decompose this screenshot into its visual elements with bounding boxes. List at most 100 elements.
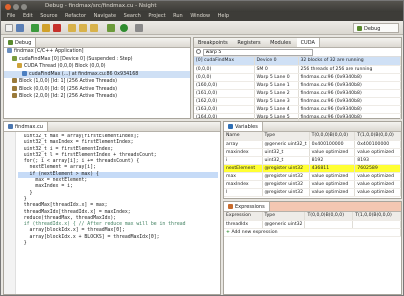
cuda-cell: (0,0,0)	[194, 65, 255, 74]
var-name: nextElement	[224, 164, 263, 173]
tab-variables-label: Variables	[235, 124, 258, 130]
table-row[interactable]: i uint32_t 8192 8193	[224, 156, 401, 165]
column-header[interactable]: T(1,0,0)B(0,0,0)	[352, 212, 401, 221]
table-row[interactable]: max @register uint32 value optimized value …	[224, 172, 401, 181]
tab-cuda[interactable]: CUDA	[296, 38, 320, 47]
column-header[interactable]: Name	[224, 132, 263, 141]
column-header[interactable]: Type	[262, 212, 306, 221]
cuda-cell: Warp 5 Lane 3	[254, 97, 299, 106]
table-row[interactable]: (161,0,0) Warp 5 Lane 2 findmax.cu:96 (0x9…	[194, 89, 401, 98]
tab-modules[interactable]: Modules	[266, 38, 295, 47]
table-row[interactable]: (0,0,0) Warp 5 Lane 0 findmax.cu:96 (0x934…	[194, 73, 401, 82]
resume-icon[interactable]	[31, 24, 39, 32]
save-icon[interactable]	[16, 24, 24, 32]
table-row[interactable]: (162,0,0) Warp 5 Lane 3 findmax.cu:96 (0x9…	[194, 97, 401, 106]
cuda-filter-input[interactable]	[202, 49, 313, 56]
var-name: max	[224, 172, 263, 181]
cuda-cell: Warp 5 Lane 0	[254, 73, 299, 82]
var-name: l	[224, 188, 263, 197]
tab-registers[interactable]: Registers	[233, 38, 264, 47]
column-header[interactable]: T(1,0,0)B(0,0,0)	[354, 132, 401, 141]
menu-project[interactable]: Project	[148, 13, 165, 19]
debug-tree-row[interactable]: Block (2,0,0) [Id: 2] (256 Active Thread…	[4, 93, 190, 101]
debug-tree-row[interactable]: findmax [C/C++ Application]	[4, 48, 190, 56]
step-over-icon[interactable]	[79, 24, 87, 32]
cuda-cell: Warp 5 Lane 4	[254, 105, 299, 114]
cuda-view: Breakpoints Registers Modules CUDA [0] c…	[193, 37, 402, 122]
suspend-icon[interactable]	[42, 24, 50, 32]
cuda-cell: Warp 5 Lane 5	[254, 113, 299, 122]
close-window-button[interactable]	[5, 4, 11, 10]
var-type: @register uint32	[262, 164, 310, 173]
table-row[interactable]: (164,0,0) Warp 5 Lane 5 findmax.cu:96 (0x9…	[194, 113, 401, 122]
nsight-window: Debug - findmax/src/findmax.cu - Nsight …	[0, 0, 404, 296]
menu-run[interactable]: Run	[173, 13, 183, 19]
table-row-highlighted[interactable]: nextElement @register uint32 436811 7602589	[224, 164, 401, 173]
menu-search[interactable]: Search	[124, 13, 141, 19]
debug-tree-label: CUDA Thread (0,0,0) Block (0,0,0)	[24, 64, 106, 69]
cuda-cell: (164,0,0)	[194, 113, 255, 122]
step-into-icon[interactable]	[68, 24, 76, 32]
debug-tree-label: Block (2,0,0) [Id: 2] (256 Active Thread…	[19, 94, 117, 99]
debug-tree-label: findmax [C/C++ Application]	[14, 49, 84, 54]
var-type: uint32_t	[262, 156, 310, 165]
debug-tree-row-selected[interactable]: cudaFindMax (...) at findmax.cu:86 0x934…	[4, 70, 190, 78]
cuda-cell: findmax.cu:96 (0x9340b8)	[298, 73, 401, 82]
code-area[interactable]: uint32_t max = array[firstElementIndex];…	[18, 134, 218, 292]
debug-tree-row[interactable]: Block (1,0,0) [Id: 1] (256 Active Thread…	[4, 78, 190, 86]
perspective-debug[interactable]: Debug	[353, 23, 399, 33]
tab-breakpoints[interactable]: Breakpoints	[194, 38, 232, 47]
run-icon[interactable]	[120, 24, 128, 32]
table-row[interactable]: maxindex uint32_t value optimized value opt…	[224, 148, 401, 157]
table-row[interactable]: (160,0,0) Warp 5 Lane 1 findmax.cu:96 (0x9…	[194, 81, 401, 90]
tab-debug[interactable]: Debug	[4, 38, 37, 47]
column-header[interactable]: T(0,0,0)B(0,0,0)	[304, 212, 354, 221]
cuda-cell: findmax.cu:96 (0x9340b8)	[298, 113, 401, 122]
tab-variables[interactable]: Variables	[224, 122, 263, 131]
cuda-cell: (161,0,0)	[194, 89, 255, 98]
maximize-window-button[interactable]	[21, 4, 27, 10]
debug-tree-row[interactable]: CUDA Thread (0,0,0) Block (0,0,0)	[4, 63, 190, 71]
table-row[interactable]: array @generic uint32_t 0x400100000 0x40010…	[224, 140, 401, 149]
block-icon	[12, 93, 17, 98]
search-icon[interactable]	[135, 24, 143, 32]
application-icon	[7, 48, 12, 53]
menu-source[interactable]: Source	[40, 13, 57, 19]
cuda-cell: SM 0	[254, 65, 299, 74]
var-name: maxindex	[224, 148, 263, 157]
cuda-cell: 256 threads of 256 are running	[298, 65, 401, 74]
new-icon[interactable]	[5, 24, 13, 32]
editor-gutter[interactable]	[4, 132, 16, 294]
table-row[interactable]: l @register uint32 value optimized value op…	[224, 188, 401, 197]
terminate-icon[interactable]	[53, 24, 61, 32]
expr-type: @generic uint32	[262, 220, 306, 229]
add-expression-row[interactable]: + Add new expression	[224, 228, 401, 237]
block-icon	[12, 85, 17, 91]
minimize-window-button[interactable]	[13, 4, 19, 10]
tab-editor-file[interactable]: findmax.cu	[4, 122, 48, 131]
cuda-cell[interactable]: [0] cudaFindMax	[194, 57, 255, 66]
debug-icon[interactable]	[107, 24, 115, 32]
menu-window[interactable]: Window	[190, 13, 210, 19]
tab-expressions[interactable]: Expressions	[224, 202, 270, 211]
debug-tree-row[interactable]: Block (0,0,0) [Id: 0] (256 Active Thread…	[4, 85, 190, 94]
table-row[interactable]: maxIndex @register uint32 value optimized v…	[224, 180, 401, 189]
var-value: value optimized	[309, 148, 356, 157]
menu-edit[interactable]: Edit	[23, 13, 33, 19]
debug-view: Debug findmax [C/C++ Application] cudaFi…	[3, 37, 191, 119]
table-row[interactable]: threadIdx @generic uint32	[224, 220, 401, 229]
column-header[interactable]: Type	[262, 132, 310, 141]
debug-tree-row[interactable]: cudaFindMax [0] [Device 0] (Suspended : …	[4, 55, 190, 64]
menu-refactor[interactable]: Refactor	[65, 13, 86, 19]
table-row[interactable]: (163,0,0) Warp 5 Lane 4 findmax.cu:96 (0x9…	[194, 105, 401, 114]
step-return-icon[interactable]	[90, 24, 98, 32]
cuda-cell: findmax.cu:96 (0x9340b8)	[298, 97, 401, 106]
expressions-icon	[228, 204, 233, 209]
menu-help[interactable]: Help	[218, 13, 229, 19]
menu-navigate[interactable]: Navigate	[94, 13, 116, 19]
column-header[interactable]: Expression	[224, 212, 263, 221]
column-header[interactable]: T(0,0,0)B(0,0,0)	[309, 132, 356, 141]
menu-file[interactable]: File	[7, 13, 15, 19]
var-value: 0x400100000	[309, 140, 356, 149]
table-row[interactable]: (0,0,0) SM 0 256 threads of 256 are runnin…	[194, 65, 401, 74]
